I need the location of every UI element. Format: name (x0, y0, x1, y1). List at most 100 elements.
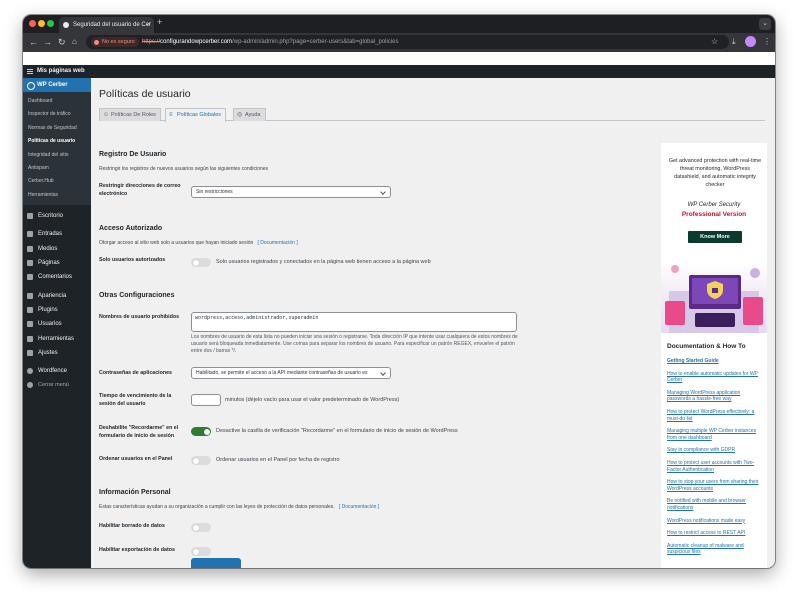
promo-sidebar: Get advanced protection with real-time t… (661, 143, 767, 568)
data-erase-toggle[interactable] (191, 523, 211, 532)
data-export-toggle[interactable] (191, 547, 211, 556)
section-title-otras: Otras Configuraciones (99, 292, 175, 299)
promo-edition: Professional Version (681, 211, 747, 218)
collapse-menu-button[interactable]: Cerrar menú (23, 378, 91, 392)
sidebar-item-medios[interactable]: Medios (23, 242, 91, 256)
pin-icon (27, 231, 33, 238)
submenu-item[interactable]: Antispam (23, 162, 91, 175)
tab-title: Seguridad del usuario de Cer (73, 22, 152, 28)
order-users-toggle[interactable] (191, 456, 211, 465)
promo-text: Get advanced protection with real-time t… (668, 158, 762, 188)
submenu-item[interactable]: Dashboard (23, 95, 91, 108)
url-domain: configurandowpcerber.com (160, 39, 233, 45)
sidebar-item-label: Plugins (38, 306, 58, 313)
cerber-submenu: Dashboard Inspector de tráfico Normas de… (23, 92, 91, 206)
submenu-item[interactable]: Inspector de tráfico (23, 108, 91, 121)
wp-admin-bar: Mis páginas web (23, 52, 775, 78)
submenu-item[interactable]: Normas de Seguridad (23, 122, 91, 135)
sidebar-item-comentarios[interactable]: Comentarios (23, 270, 91, 284)
profile-avatar[interactable] (745, 36, 756, 47)
doc-link[interactable]: Managing WordPress application passwords… (667, 390, 761, 403)
close-window-icon[interactable] (29, 20, 36, 27)
doc-link[interactable]: Stay in compliance with GDPR (667, 447, 761, 454)
submenu-item[interactable]: Cerber.Hub (23, 175, 91, 188)
docs-title: Documentation & How To (667, 343, 746, 350)
tab-label: Ayuda (245, 112, 261, 118)
wrench-icon (27, 335, 33, 342)
page-icon (27, 260, 33, 267)
admin-bar-site-name[interactable]: Mis páginas web (37, 65, 85, 78)
sidebar-item-herramientas[interactable]: Herramientas (23, 332, 91, 346)
sidebar-item-plugins[interactable]: Plugins (23, 303, 91, 317)
browser-tab[interactable]: Seguridad del usuario de Cer ✕ (59, 17, 154, 33)
doc-link[interactable]: WordPress notifications made easy (667, 518, 761, 525)
my-sites-icon[interactable] (27, 69, 33, 74)
sidebar-item-label: Entradas (38, 231, 63, 238)
browser-menu-icon[interactable]: ⋮ (763, 36, 771, 48)
sidebar-item-apariencia[interactable]: Apariencia (23, 289, 91, 303)
download-icon[interactable]: ⤓ (732, 36, 736, 48)
wordfence-icon (27, 368, 33, 375)
doc-link[interactable]: Be notified with mobile and browser noti… (667, 498, 761, 511)
promo-brand: WP Cerber Security (687, 202, 741, 208)
new-tab-icon[interactable]: + (157, 17, 162, 27)
submenu-item[interactable]: Herramientas (23, 189, 91, 202)
bookmark-star-icon[interactable]: ☆ (711, 36, 718, 48)
forward-icon[interactable]: → (43, 36, 52, 48)
know-more-button[interactable]: Know More (688, 231, 742, 243)
prohibited-textarea[interactable]: wordpress,acceso,administrador,superadmi… (191, 312, 517, 332)
sidebar-item-label: Ajustes (38, 349, 58, 356)
personal-desc-text: Estas características ayudan a su organi… (99, 504, 335, 510)
tab-label: Políticas Globales (177, 112, 222, 118)
only-auth-toggle[interactable] (191, 258, 211, 267)
sidebar-item-label: Escritorio (38, 213, 64, 220)
doc-link[interactable]: Managing multiple WP Cerber instances fr… (667, 428, 761, 441)
settings-icon (27, 349, 33, 356)
doc-link[interactable]: Getting Started Guide (667, 358, 761, 365)
app-passwords-select[interactable]: Habilitado, se permite el acceso a la AP… (191, 367, 391, 379)
sidebar-item-wordfence[interactable]: Wordfence (23, 364, 91, 378)
home-icon[interactable]: ⌂ (72, 36, 77, 48)
page-title: Políticas de usuario (99, 88, 191, 100)
tab-politicas-globales[interactable]: ≡ Políticas Globales (165, 108, 227, 122)
maximize-window-icon[interactable] (47, 20, 54, 27)
section-title-registro: Registro De Usuario (99, 151, 167, 158)
doc-link[interactable]: Automatic cleanup of malware and suspici… (667, 543, 761, 556)
save-button[interactable] (191, 558, 241, 568)
url-field[interactable]: No es seguro https://configurandowpcerbe… (86, 35, 729, 49)
sidebar-item-usuarios[interactable]: Usuarios (23, 317, 91, 331)
tab-politicas-roles[interactable]: ☺ Políticas De Roles (99, 108, 161, 121)
doc-link[interactable]: How to protect WordPress effectively: a … (667, 409, 761, 422)
admin-sidebar: WP Cerber Dashboard Inspector de tráfico… (23, 78, 91, 568)
order-users-label: Ordenar usuarios en el Panel (99, 456, 173, 462)
sidebar-item-ajustes[interactable]: Ajustes (23, 346, 91, 360)
email-restrict-select[interactable]: Sin restricciones (191, 186, 391, 198)
url-path: /wp-admin/admin.php?page=cerber-users&ta… (232, 39, 399, 45)
personal-doc-link[interactable]: [ Documentación ] (339, 504, 379, 510)
session-expire-input[interactable] (191, 394, 221, 406)
remember-me-toggle[interactable] (191, 427, 211, 436)
doc-link[interactable]: How to restrict access to REST API (667, 530, 761, 537)
sidebar-item-escritorio[interactable]: Escritorio (23, 209, 91, 223)
collapse-label: Cerrar menú (38, 382, 69, 389)
url-scheme: https:// (142, 39, 161, 45)
sidebar-item-paginas[interactable]: Páginas (23, 256, 91, 270)
doc-link[interactable]: How to stop your users from sharing thei… (667, 479, 761, 492)
session-expire-text: minutos (déjelo vacío para usar el valor… (225, 397, 400, 403)
sidebar-item-entradas[interactable]: Entradas (23, 227, 91, 241)
acceso-doc-link[interactable]: [ Documentación ] (257, 240, 297, 246)
doc-link[interactable]: How to protect user accounts with Two-Fa… (667, 460, 761, 473)
submenu-item[interactable]: Integridad del sitio (23, 149, 91, 162)
minimize-window-icon[interactable] (38, 20, 45, 27)
doc-link[interactable]: How to enable automatic updates for WP C… (667, 371, 761, 384)
close-tab-icon[interactable]: ✕ (146, 17, 151, 33)
data-export-label: Habilitar exportación de datos (99, 547, 175, 553)
browser-window: Seguridad del usuario de Cer ✕ + ⌄ ← → ↻… (23, 15, 775, 568)
tab-ayuda[interactable]: ◎ Ayuda (233, 108, 266, 121)
not-secure-badge[interactable]: No es seguro (91, 37, 139, 47)
submenu-item-current[interactable]: Políticas de usuario (23, 135, 91, 148)
reload-icon[interactable]: ↻ (58, 36, 66, 48)
back-icon[interactable]: ← (29, 36, 38, 48)
sidebar-item-wp-cerber[interactable]: WP Cerber (23, 78, 91, 92)
tab-search-icon[interactable]: ⌄ (759, 18, 771, 30)
